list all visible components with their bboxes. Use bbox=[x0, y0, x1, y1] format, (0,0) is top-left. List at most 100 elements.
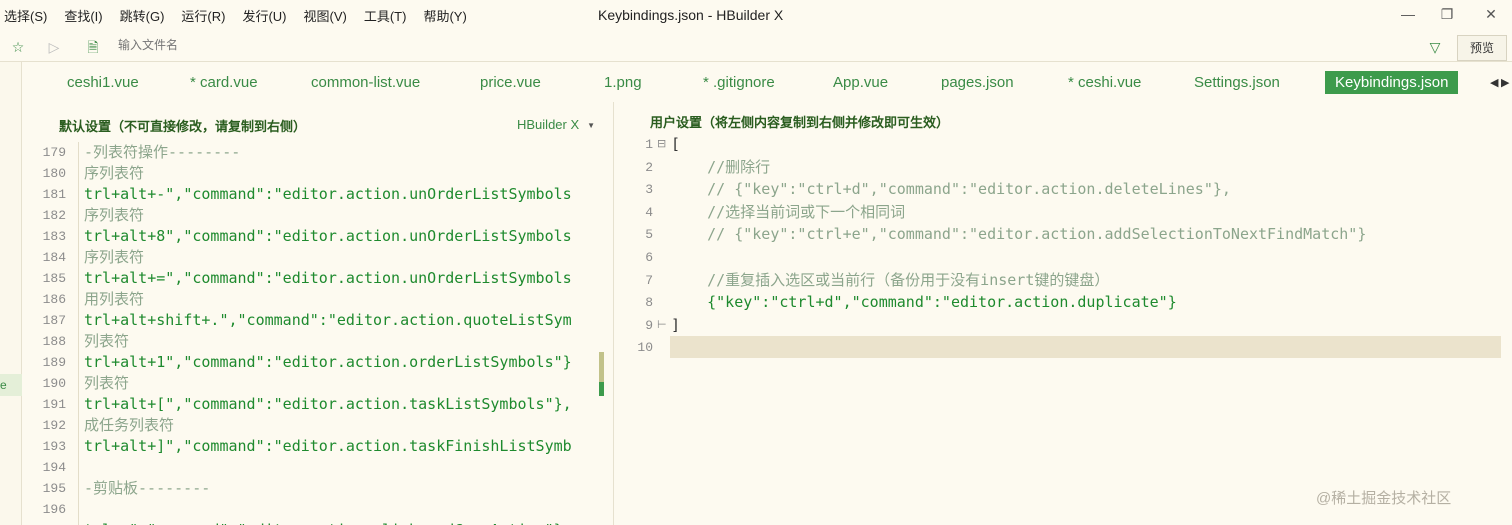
tab[interactable]: Keybindings.json bbox=[1325, 71, 1459, 94]
line-number: 191 bbox=[42, 397, 66, 412]
code-line: trl+alt+=","command":"editor.action.unOr… bbox=[84, 269, 572, 287]
code-line: trl+c","command":"editor.action.clipboar… bbox=[84, 520, 572, 525]
star-icon[interactable]: ☆ bbox=[9, 38, 27, 56]
tab[interactable]: ceshi1.vue bbox=[67, 74, 139, 91]
indent-guide bbox=[78, 142, 79, 525]
code-line: //选择当前词或下一个相同词 bbox=[671, 202, 906, 221]
code-line: //重复插入选区或当前行（备份用于没有insert键的键盘） bbox=[671, 270, 1110, 289]
code-line: trl+alt+1","command":"editor.action.orde… bbox=[84, 353, 572, 371]
code-line: -列表符操作-------- bbox=[84, 143, 241, 161]
code-line: 序列表符 bbox=[84, 248, 145, 266]
code-line: 用列表符 bbox=[84, 290, 145, 308]
code-line: trl+alt+]","command":"editor.action.task… bbox=[84, 437, 572, 455]
menu-item[interactable]: 跳转(G) bbox=[120, 6, 165, 25]
code-line: {"key":"ctrl+d","command":"editor.action… bbox=[671, 293, 1177, 312]
file-search-input[interactable] bbox=[118, 38, 718, 52]
line-number: 192 bbox=[42, 418, 66, 433]
tab-scroll-left-icon[interactable]: ◀ bbox=[1490, 76, 1498, 89]
user-settings-heading: 用户设置（将左侧内容复制到右侧并修改即可生效） bbox=[650, 115, 950, 130]
tab[interactable]: common-list.vue bbox=[311, 74, 420, 91]
line-number: 4 bbox=[645, 204, 653, 220]
tab[interactable]: * .gitignore bbox=[703, 74, 775, 91]
line-number: 195 bbox=[42, 481, 66, 496]
line-number: 182 bbox=[42, 208, 66, 223]
line-number: 183 bbox=[42, 229, 66, 244]
code-line: [ bbox=[671, 135, 681, 153]
line-number: 194 bbox=[42, 460, 66, 475]
panel-divider[interactable] bbox=[613, 102, 614, 525]
code-line: // {"key":"ctrl+d","command":"editor.act… bbox=[671, 180, 1231, 199]
toolbar: ☆ ▷ 🗎 ▽ bbox=[0, 30, 1512, 62]
code-line: trl+alt+8","command":"editor.action.unOr… bbox=[84, 227, 572, 245]
close-icon[interactable]: ✕ bbox=[1481, 4, 1501, 24]
line-number: 10 bbox=[637, 340, 653, 356]
maximize-icon[interactable]: ❐ bbox=[1437, 4, 1457, 24]
default-settings-panel: 默认设置（不可直接修改，请复制到右侧） HBuilder X ▼ 179 -列表符操… bbox=[22, 102, 607, 525]
tab[interactable]: price.vue bbox=[480, 74, 541, 91]
watermark: @稀土掘金技术社区 bbox=[1316, 490, 1452, 507]
line-number: 1 bbox=[645, 137, 653, 152]
tab[interactable]: 1.png bbox=[604, 74, 642, 91]
line-number: 2 bbox=[645, 159, 653, 175]
code-line: 成任务列表符 bbox=[84, 416, 175, 434]
default-settings-heading: 默认设置（不可直接修改，请复制到右侧） bbox=[59, 119, 307, 134]
code-line: //删除行 bbox=[671, 157, 771, 176]
menu-bar: 选择(S) 查找(I) 跳转(G) 运行(R) 发行(U) 视图(V) 工具(T) 帮助(Y) bbox=[4, 6, 484, 25]
menu-item[interactable]: 选择(S) bbox=[4, 6, 47, 25]
code-line: trl+alt+shift+.","command":"editor.actio… bbox=[84, 311, 572, 329]
tab[interactable]: App.vue bbox=[833, 74, 888, 91]
tab[interactable]: Settings.json bbox=[1194, 74, 1280, 91]
line-number: 190 bbox=[42, 376, 66, 391]
line-number: 196 bbox=[42, 502, 66, 517]
line-number: 185 bbox=[42, 271, 66, 286]
code-line: trl+alt+-","command":"editor.action.unOr… bbox=[84, 185, 572, 203]
line-number: 3 bbox=[645, 182, 653, 198]
code-line: trl+alt+[","command":"editor.action.task… bbox=[84, 395, 572, 413]
line-number: 189 bbox=[42, 355, 66, 370]
line-number: 6 bbox=[645, 250, 653, 265]
line-number: 179 bbox=[42, 145, 66, 160]
code-line: -剪贴板-------- bbox=[84, 479, 211, 497]
title-bar: 选择(S) 查找(I) 跳转(G) 运行(R) 发行(U) 视图(V) 工具(T) 帮助(Y)… bbox=[0, 0, 1512, 30]
chevron-down-icon: ▼ bbox=[587, 121, 596, 131]
preview-button[interactable]: 预览 bbox=[1457, 35, 1507, 61]
line-number: 180 bbox=[42, 166, 66, 181]
line-number: 197 bbox=[22, 520, 66, 525]
editor-preset-value: HBuilder X bbox=[517, 117, 580, 132]
editor-preset-select[interactable]: HBuilder X ▼ bbox=[517, 117, 595, 132]
line-number: 193 bbox=[42, 439, 66, 454]
menu-item[interactable]: 发行(U) bbox=[242, 6, 286, 25]
minimize-icon[interactable]: — bbox=[1398, 4, 1418, 24]
menu-item[interactable]: 查找(I) bbox=[64, 6, 102, 25]
fold-toggle-icon[interactable]: ⊢ bbox=[657, 318, 667, 331]
line-number: 188 bbox=[42, 334, 66, 349]
code-line: 序列表符 bbox=[84, 206, 145, 224]
line-number: 187 bbox=[42, 313, 66, 328]
file-search-icon[interactable]: 🗎 bbox=[84, 38, 102, 56]
tab-bar: ceshi1.vue * card.vue common-list.vue price… bbox=[22, 62, 1512, 102]
code-line: 列表符 bbox=[84, 332, 130, 350]
menu-item[interactable]: 帮助(Y) bbox=[423, 6, 466, 25]
tab[interactable]: pages.json bbox=[941, 74, 1014, 91]
window-title: Keybindings.json - HBuilder X bbox=[598, 7, 784, 23]
sidebar-selected-item[interactable]: e bbox=[0, 374, 22, 396]
user-settings-panel: 用户设置（将左侧内容复制到右侧并修改即可生效） 1 ⊟ [2 //删除行 3 // {… bbox=[615, 102, 1512, 525]
menu-item[interactable]: 工具(T) bbox=[364, 6, 407, 25]
menu-item[interactable]: 运行(R) bbox=[181, 6, 225, 25]
scrollbar-marker-active[interactable] bbox=[599, 382, 604, 396]
run-icon[interactable]: ▷ bbox=[45, 38, 63, 56]
line-number: 184 bbox=[42, 250, 66, 265]
fold-toggle-icon[interactable]: ⊟ bbox=[657, 137, 666, 150]
line-number: 8 bbox=[645, 295, 653, 311]
filter-icon[interactable]: ▽ bbox=[1426, 38, 1444, 56]
menu-item[interactable]: 视图(V) bbox=[304, 6, 347, 25]
code-line: // {"key":"ctrl+e","command":"editor.act… bbox=[671, 225, 1367, 244]
tab[interactable]: * ceshi.vue bbox=[1068, 74, 1141, 91]
tab-scroll-right-icon[interactable]: ▶ bbox=[1501, 76, 1509, 89]
code-line: 列表符 bbox=[84, 374, 130, 392]
tab[interactable]: * card.vue bbox=[190, 74, 258, 91]
line-number: 181 bbox=[42, 187, 66, 202]
line-number: 9 bbox=[645, 317, 653, 333]
line-number: 7 bbox=[645, 272, 653, 288]
project-sidebar-collapsed: e bbox=[0, 62, 22, 525]
